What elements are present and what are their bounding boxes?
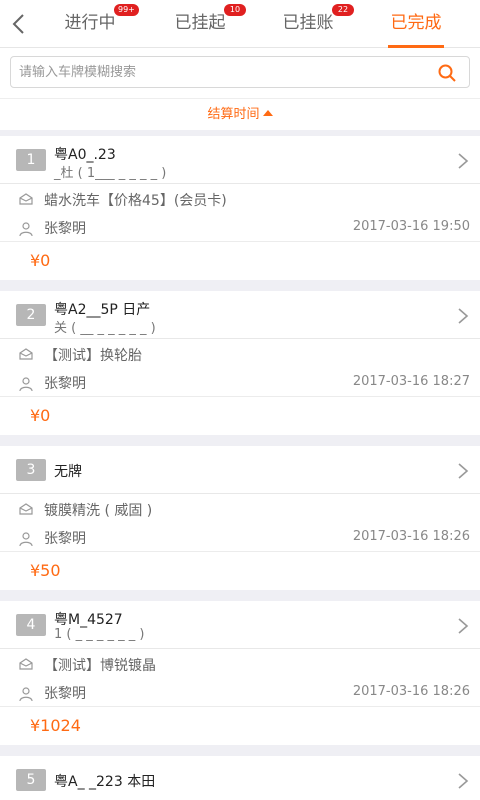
plate-search-input[interactable]	[19, 57, 419, 87]
service-name: 【测试】博锐镀晶	[44, 658, 156, 674]
staff-row: 张黎明 2017-03-16 19:50	[0, 214, 480, 242]
service-name: 镀膜精洗 ( 威固 )	[44, 503, 153, 519]
service-name: 【测试】换轮胎	[44, 348, 142, 364]
person-icon	[19, 377, 33, 392]
plate-number: 粤A0_.23	[54, 147, 116, 163]
service-row: 【测试】换轮胎	[0, 339, 480, 369]
order-price: ¥0	[30, 406, 51, 425]
tab-label: 已完成	[390, 13, 442, 33]
order-time: 2017-03-16 18:26	[352, 529, 470, 544]
search-icon[interactable]	[437, 63, 457, 83]
staff-row: 张黎明 2017-03-16 18:26	[0, 524, 480, 552]
price-row: ¥0	[0, 397, 480, 435]
chevron-right-icon	[458, 153, 469, 169]
staff-row: 张黎明 2017-03-16 18:26	[0, 679, 480, 707]
tab-badge: 22	[332, 4, 354, 16]
plate-number: 粤M_4527	[54, 612, 123, 628]
service-icon	[19, 348, 33, 360]
order-card[interactable]: 1 粤A0_.23 _杜 ( 1___ _ _ _ _ ) 蜡水洗车【价格45】…	[0, 136, 480, 280]
order-card[interactable]: 3 无牌 镀膜精洗 ( 威固 ) 张黎明 2017-03-16 18:26 ¥5…	[0, 446, 480, 590]
order-index: 5	[16, 769, 46, 791]
person-icon	[19, 687, 33, 702]
tab-suspended[interactable]: 已挂起 10	[150, 0, 250, 48]
order-time: 2017-03-16 18:27	[352, 374, 470, 389]
staff-name: 张黎明	[44, 686, 86, 702]
order-index: 3	[16, 459, 46, 481]
order-time: 2017-03-16 18:26	[352, 684, 470, 699]
order-index: 1	[16, 149, 46, 171]
order-card[interactable]: 4 粤M_4527 1 ( _ _ _ _ _ _ ) 【测试】博锐镀晶 张黎明…	[0, 601, 480, 745]
sort-label: 结算时间	[207, 107, 260, 122]
service-icon	[19, 658, 33, 670]
tab-label: 进行中	[64, 13, 116, 33]
plate-number: 无牌	[54, 464, 82, 480]
order-header[interactable]: 1 粤A0_.23 _杜 ( 1___ _ _ _ _ )	[0, 136, 480, 184]
sort-ascending-icon	[262, 110, 273, 116]
tab-label: 已挂账	[282, 13, 334, 33]
staff-name: 张黎明	[44, 221, 86, 237]
order-header[interactable]: 2 粤A2__5P 日产 关 ( __ _ _ _ _ _ )	[0, 291, 480, 339]
staff-row: 张黎明 2017-03-16 18:27	[0, 369, 480, 397]
order-time: 2017-03-16 19:50	[352, 219, 470, 234]
order-price: ¥50	[30, 561, 61, 580]
chevron-right-icon	[458, 463, 469, 479]
chevron-right-icon	[458, 618, 469, 634]
order-header[interactable]: 5 粤A_ _223 本田	[0, 756, 480, 800]
tab-label: 已挂起	[174, 13, 226, 33]
service-name: 蜡水洗车【价格45】(会员卡)	[44, 193, 227, 209]
owner-info: 1 ( _ _ _ _ _ _ )	[54, 627, 145, 642]
tab-completed[interactable]: 已完成	[366, 0, 466, 48]
order-header[interactable]: 4 粤M_4527 1 ( _ _ _ _ _ _ )	[0, 601, 480, 649]
price-row: ¥50	[0, 552, 480, 590]
order-index: 4	[16, 614, 46, 636]
service-row: 镀膜精洗 ( 威固 )	[0, 494, 480, 524]
sort-by-settlement-time[interactable]: 结算时间	[0, 98, 480, 130]
order-header[interactable]: 3 无牌	[0, 446, 480, 494]
price-row: ¥1024	[0, 707, 480, 745]
plate-number: 粤A2__5P 日产	[54, 302, 151, 318]
tab-badge: 99+	[114, 4, 139, 16]
person-icon	[19, 532, 33, 547]
staff-name: 张黎明	[44, 376, 86, 392]
service-row: 蜡水洗车【价格45】(会员卡)	[0, 184, 480, 214]
chevron-right-icon	[458, 773, 469, 789]
staff-name: 张黎明	[44, 531, 86, 547]
top-tab-bar: 进行中 99+ 已挂起 10 已挂账 22 已完成	[0, 0, 480, 48]
order-index: 2	[16, 304, 46, 326]
search-box	[10, 56, 470, 88]
tab-badge: 10	[224, 4, 246, 16]
plate-number: 粤A_ _223 本田	[54, 774, 156, 790]
order-price: ¥0	[30, 251, 51, 270]
service-icon	[19, 193, 33, 205]
chevron-right-icon	[458, 308, 469, 324]
service-row: 【测试】博锐镀晶	[0, 649, 480, 679]
search-bar	[0, 48, 480, 98]
tab-in-progress[interactable]: 进行中 99+	[40, 0, 140, 48]
back-arrow-icon[interactable]	[6, 10, 34, 38]
order-card[interactable]: 2 粤A2__5P 日产 关 ( __ _ _ _ _ _ ) 【测试】换轮胎 …	[0, 291, 480, 435]
tab-on-account[interactable]: 已挂账 22	[258, 0, 358, 48]
price-row: ¥0	[0, 242, 480, 280]
person-icon	[19, 222, 33, 237]
owner-info: 关 ( __ _ _ _ _ _ )	[54, 321, 156, 336]
owner-info: _杜 ( 1___ _ _ _ _ )	[54, 166, 167, 181]
order-card[interactable]: 5 粤A_ _223 本田	[0, 756, 480, 800]
order-price: ¥1024	[30, 716, 81, 735]
service-icon	[19, 503, 33, 515]
